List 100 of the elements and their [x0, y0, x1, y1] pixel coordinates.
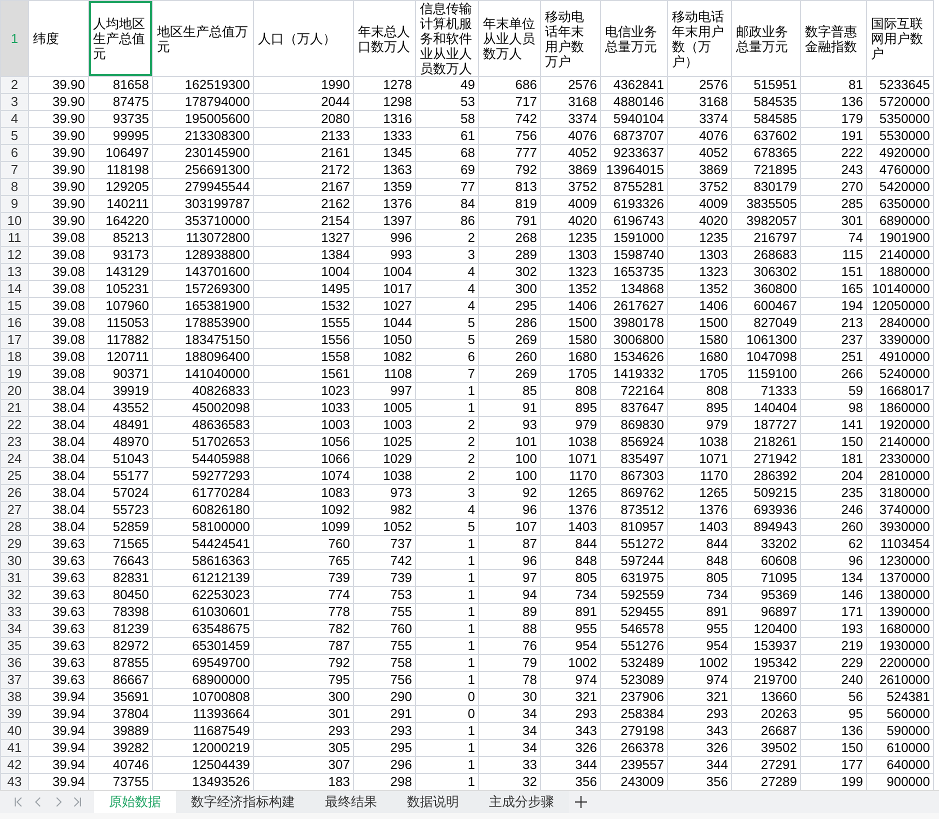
- table-cell: 1092: [254, 502, 354, 518]
- table-cell: 1003: [254, 416, 354, 434]
- table-cell: 178794000: [152, 94, 254, 110]
- row-number: 6: [0, 144, 28, 162]
- table-cell: 1: [416, 586, 478, 604]
- row-number: 27: [0, 502, 28, 518]
- table-cell: 251: [800, 348, 866, 366]
- chevron-left-icon[interactable]: [34, 796, 42, 808]
- table-cell: 6350000: [866, 196, 934, 212]
- table-cell: 1680: [540, 348, 600, 366]
- table-cell: 45002098: [152, 400, 254, 416]
- table-cell: 86667: [88, 672, 152, 688]
- row-number: 34: [0, 620, 28, 638]
- sheet-tab[interactable]: 主成分步骤: [474, 791, 569, 813]
- row-number: 43: [0, 774, 28, 790]
- table-cell: 1: [416, 552, 478, 570]
- table-cell: 997: [354, 382, 416, 400]
- table-cell: 4362841: [600, 76, 668, 94]
- table-cell: 129205: [88, 178, 152, 196]
- table-cell: 1: [416, 756, 478, 774]
- table-cell: 1004: [254, 264, 354, 280]
- table-cell: 38.04: [28, 400, 88, 416]
- table-cell: 993: [354, 246, 416, 264]
- table-cell: 1705: [668, 366, 732, 382]
- table-cell: 286: [478, 314, 540, 332]
- table-cell: 39.90: [28, 162, 88, 178]
- table-cell: 71565: [88, 536, 152, 552]
- table-cell: 97: [478, 570, 540, 586]
- row-number: 24: [0, 450, 28, 468]
- table-cell: 1235: [540, 230, 600, 246]
- table-cell: 82972: [88, 638, 152, 654]
- table-cell: 1303: [540, 246, 600, 264]
- table-cell: 1003: [354, 416, 416, 434]
- table-cell: 290: [354, 688, 416, 706]
- table-cell: 4: [416, 502, 478, 518]
- table-cell: 524381: [866, 688, 934, 706]
- sheet-tab[interactable]: 数据说明: [392, 791, 474, 813]
- table-cell: 96: [800, 552, 866, 570]
- table-cell: 974: [668, 672, 732, 688]
- table-cell: 107: [478, 518, 540, 536]
- table-cell: 285: [800, 196, 866, 212]
- table-cell: 38.04: [28, 416, 88, 434]
- table-cell: 12000219: [152, 740, 254, 756]
- table-cell: 1170: [668, 468, 732, 484]
- first-sheet-icon[interactable]: [14, 796, 23, 808]
- table-cell: 1561: [254, 366, 354, 382]
- table-cell: 734: [668, 586, 732, 604]
- table-cell: 2: [416, 450, 478, 468]
- table-cell: 600467: [732, 298, 800, 314]
- table-cell: 120711: [88, 348, 152, 366]
- table-cell: 756: [478, 128, 540, 144]
- table-cell: 266378: [600, 740, 668, 756]
- row-number: 12: [0, 246, 28, 264]
- plus-icon[interactable]: [575, 796, 587, 808]
- table-cell: 3752: [540, 178, 600, 196]
- table-cell: 1397: [354, 212, 416, 230]
- table-cell: 1680: [668, 348, 732, 366]
- table-cell: 321: [540, 688, 600, 706]
- chevron-right-icon[interactable]: [54, 796, 62, 808]
- table-cell: 1071: [668, 450, 732, 468]
- table-cell: 39.08: [28, 264, 88, 280]
- table-cell: 183475150: [152, 332, 254, 348]
- last-sheet-icon[interactable]: [73, 796, 82, 808]
- table-cell: 219: [800, 638, 866, 654]
- table-cell: 873512: [600, 502, 668, 518]
- row-number: 23: [0, 434, 28, 450]
- table-cell: 222: [800, 144, 866, 162]
- table-cell: 51702653: [152, 434, 254, 450]
- table-cell: 48491: [88, 416, 152, 434]
- table-cell: 4920000: [866, 144, 934, 162]
- sheet-tab[interactable]: 最终结果: [310, 791, 392, 813]
- table-cell: 5720000: [866, 94, 934, 110]
- row-number: 16: [0, 314, 28, 332]
- table-cell: 693936: [732, 502, 800, 518]
- table-cell: 1668017: [866, 382, 934, 400]
- table-cell: 92: [478, 484, 540, 502]
- table-cell: 143129: [88, 264, 152, 280]
- table-cell: 1580: [540, 332, 600, 348]
- table-cell: 3980178: [600, 314, 668, 332]
- table-cell: 1: [416, 536, 478, 552]
- table-cell: 61: [416, 128, 478, 144]
- row-number: 29: [0, 536, 28, 552]
- table-cell: 193: [800, 620, 866, 638]
- table-cell: 4009: [668, 196, 732, 212]
- table-cell: 1230000: [866, 552, 934, 570]
- table-cell: 74: [800, 230, 866, 246]
- table-cell: 141: [800, 416, 866, 434]
- table-cell: 4: [416, 298, 478, 314]
- table-cell: 56: [800, 688, 866, 706]
- table-cell: 1: [416, 722, 478, 740]
- table-cell: 1050: [354, 332, 416, 348]
- table-cell: 1: [416, 620, 478, 638]
- table-cell: 13964015: [600, 162, 668, 178]
- table-cell: 808: [668, 382, 732, 400]
- table-cell: 150: [800, 740, 866, 756]
- table-cell: 1: [416, 654, 478, 672]
- table-cell: 3930000: [866, 518, 934, 536]
- table-cell: 57024: [88, 484, 152, 502]
- table-cell: 26687: [732, 722, 800, 740]
- sheet-tab[interactable]: 数字经济指标构建: [176, 791, 310, 813]
